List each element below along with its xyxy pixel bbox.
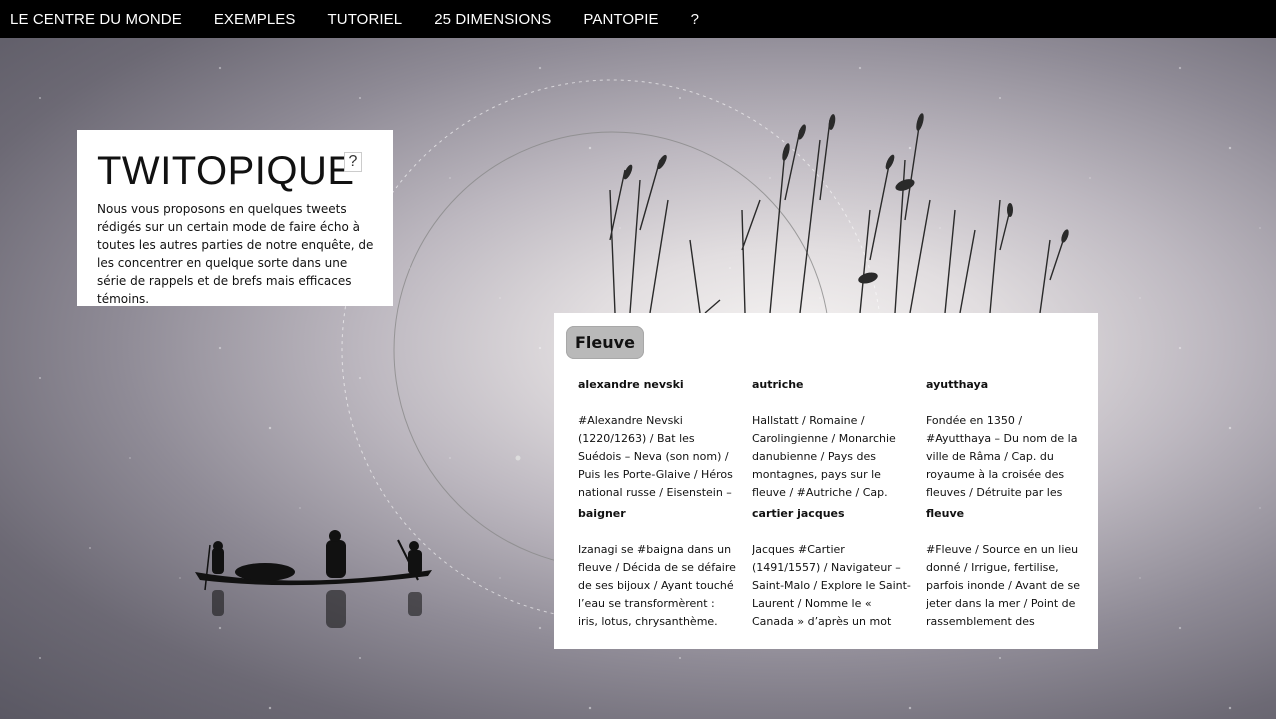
page-title: TWITOPIQUE <box>97 149 355 193</box>
tweet-body: Hallstatt / Romaine / Carolingienne / Mo… <box>752 414 896 499</box>
nav-item-25-dimensions[interactable]: 25 DIMENSIONS <box>418 11 567 28</box>
branches-silhouette <box>609 119 1066 314</box>
tweet-title[interactable]: alexandre nevski <box>578 377 738 393</box>
tweet-title[interactable]: fleuve <box>926 506 1086 522</box>
tweet-entry: fleuve #Fleuve / Source en un lieu donné… <box>926 506 1100 631</box>
nav-item-pantopie[interactable]: PANTOPIE <box>567 11 674 28</box>
leaves-silhouette <box>623 113 1069 284</box>
orbit-dot <box>515 455 521 461</box>
nav-item-help[interactable]: ? <box>675 11 715 28</box>
tweet-title[interactable]: ayutthaya <box>926 377 1086 393</box>
tab-fleuve[interactable]: Fleuve <box>566 326 644 359</box>
tweet-entry: cartier jacques Jacques #Cartier (1491/1… <box>752 506 926 631</box>
intro-description: Nous vous proposons en quelques tweets r… <box>97 202 374 306</box>
top-navigation: LE CENTRE DU MONDE EXEMPLES TUTORIEL 25 … <box>0 0 1276 38</box>
tweet-body: Fondée en 1350 / #Ayutthaya – Du nom de … <box>926 414 1078 499</box>
tweet-body: Jacques #Cartier (1491/1557) / Navigateu… <box>752 543 911 628</box>
nav-item-exemples[interactable]: EXEMPLES <box>198 11 312 28</box>
tweet-body: #Fleuve / Source en un lieu donné / Irri… <box>926 543 1080 628</box>
tweets-grid: alexandre nevski #Alexandre Nevski (1220… <box>578 377 1086 631</box>
tweet-entry: ayutthaya Fondée en 1350 / #Ayutthaya – … <box>926 377 1100 502</box>
boat-silhouette <box>195 530 432 628</box>
tweet-entry: baigner Izanagi se #baigna dans un fleuv… <box>578 506 752 631</box>
tweet-title[interactable]: autriche <box>752 377 912 393</box>
tweet-body: #Alexandre Nevski (1220/1263) / Bat les … <box>578 414 733 499</box>
nav-item-tutoriel[interactable]: TUTORIEL <box>312 11 419 28</box>
tweet-body: Izanagi se #baigna dans un fleuve / Déci… <box>578 543 736 628</box>
nav-item-centre-du-monde[interactable]: LE CENTRE DU MONDE <box>0 11 198 28</box>
tweets-panel: Fleuve alexandre nevski #Alexandre Nevsk… <box>554 313 1098 649</box>
tweet-entry: autriche Hallstatt / Romaine / Carolingi… <box>752 377 926 502</box>
tweet-entry: alexandre nevski #Alexandre Nevski (1220… <box>578 377 752 502</box>
tweet-title[interactable]: cartier jacques <box>752 506 912 522</box>
tweet-title[interactable]: baigner <box>578 506 738 522</box>
help-button[interactable]: ? <box>344 152 362 172</box>
